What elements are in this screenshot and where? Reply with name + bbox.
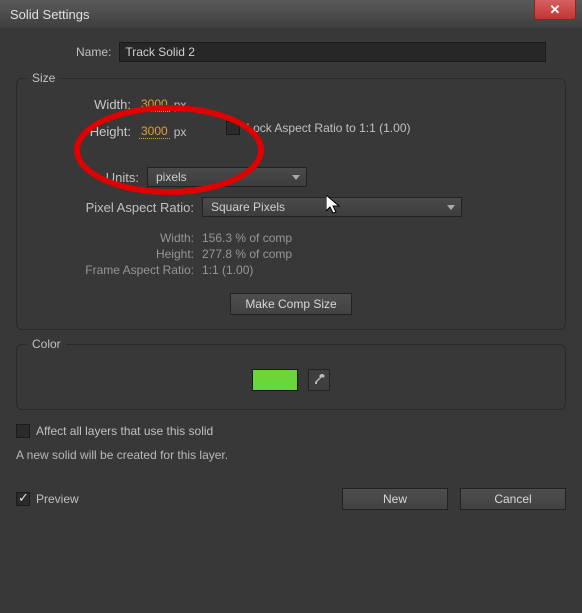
height-label: Height:	[51, 124, 131, 139]
info-frame-label: Frame Aspect Ratio:	[31, 263, 194, 277]
new-button[interactable]: New	[342, 488, 448, 510]
close-button[interactable]: ✕	[534, 0, 576, 20]
name-row: Name:	[76, 42, 566, 62]
pixel-aspect-value: Square Pixels	[211, 200, 285, 214]
name-input[interactable]	[119, 42, 546, 62]
window-title: Solid Settings	[10, 7, 90, 22]
color-title: Color	[27, 337, 66, 351]
cancel-button[interactable]: Cancel	[460, 488, 566, 510]
pixel-aspect-label: Pixel Aspect Ratio:	[31, 200, 194, 215]
info-height-label: Height:	[31, 247, 194, 261]
units-dropdown[interactable]: pixels	[147, 167, 307, 187]
width-label: Width:	[51, 97, 131, 112]
info-height-row: Height: 277.8 % of comp	[31, 247, 551, 261]
height-row: Height: 3000 px	[51, 124, 186, 139]
height-unit: px	[174, 125, 187, 139]
units-row: Units: pixels	[81, 167, 551, 187]
units-label: Units:	[81, 170, 139, 185]
make-comp-row: Make Comp Size	[31, 293, 551, 315]
size-title: Size	[27, 71, 60, 85]
units-value: pixels	[156, 170, 187, 184]
eyedropper-icon	[312, 373, 326, 387]
width-unit: px	[174, 98, 187, 112]
width-value[interactable]: 3000	[139, 97, 170, 112]
height-value[interactable]: 3000	[139, 124, 170, 139]
pixel-aspect-dropdown[interactable]: Square Pixels	[202, 197, 462, 217]
affect-layers-row[interactable]: Affect all layers that use this solid	[16, 424, 566, 438]
make-comp-size-button[interactable]: Make Comp Size	[230, 293, 351, 315]
info-frame-value: 1:1 (1.00)	[202, 263, 253, 277]
preview-label: Preview	[36, 492, 79, 506]
color-group: Color	[16, 344, 566, 410]
dimensions-block: Width: 3000 px Height: 3000 px	[51, 97, 186, 151]
color-row	[31, 363, 551, 395]
info-width-row: Width: 156.3 % of comp	[31, 231, 551, 245]
eyedropper-button[interactable]	[308, 369, 330, 391]
info-width-label: Width:	[31, 231, 194, 245]
size-top: Width: 3000 px Height: 3000 px Lock Aspe…	[31, 97, 551, 151]
lock-aspect-label: Lock Aspect Ratio to 1:1 (1.00)	[246, 121, 410, 135]
name-label: Name:	[76, 45, 111, 59]
color-swatch[interactable]	[252, 369, 298, 391]
size-group: Size Width: 3000 px Height: 3000 px Lock…	[16, 78, 566, 330]
bottom-row: Preview New Cancel	[16, 488, 566, 510]
info-height-value: 277.8 % of comp	[202, 247, 292, 261]
preview-checkbox[interactable]	[16, 492, 30, 506]
titlebar: Solid Settings ✕	[0, 0, 582, 28]
lock-aspect-checkbox[interactable]	[226, 121, 240, 135]
preview-group[interactable]: Preview	[16, 492, 79, 506]
close-icon: ✕	[550, 2, 561, 18]
affect-layers-checkbox[interactable]	[16, 424, 30, 438]
width-row: Width: 3000 px	[51, 97, 186, 112]
note-text: A new solid will be created for this lay…	[16, 448, 566, 462]
affect-layers-label: Affect all layers that use this solid	[36, 424, 213, 438]
lock-aspect-row[interactable]: Lock Aspect Ratio to 1:1 (1.00)	[226, 121, 410, 135]
pixel-aspect-row: Pixel Aspect Ratio: Square Pixels	[31, 197, 551, 217]
dialog-body: Name: Size Width: 3000 px Height: 3000 p…	[0, 28, 582, 526]
info-frame-row: Frame Aspect Ratio: 1:1 (1.00)	[31, 263, 551, 277]
info-width-value: 156.3 % of comp	[202, 231, 292, 245]
